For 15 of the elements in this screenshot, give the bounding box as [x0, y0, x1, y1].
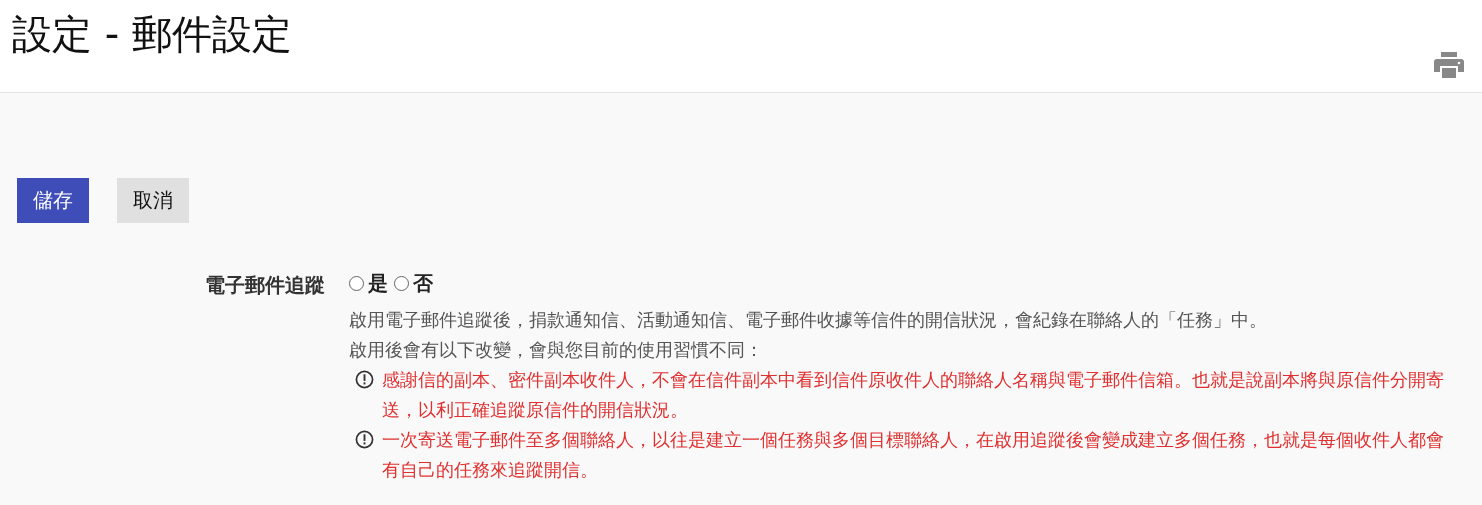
radio-button[interactable] — [349, 276, 364, 291]
cancel-button[interactable]: 取消 — [117, 178, 189, 223]
description-text: 啟用後會有以下改變，會與您目前的使用習慣不同： — [349, 339, 764, 362]
description-text: 啟用電子郵件追蹤後，捐款通知信、活動通知信、電子郵件收據等信件的開信狀況，會紀錄在聯絡人的「任務」中。 — [349, 309, 1268, 332]
field-label: 電子郵件追蹤 — [204, 272, 325, 299]
save-button[interactable]: 儲存 — [17, 178, 89, 223]
warning-icon — [355, 430, 374, 449]
page-title: 設定 - 郵件設定 — [12, 10, 292, 59]
option-label[interactable]: 否 — [413, 270, 433, 297]
option-label[interactable]: 是 — [368, 270, 388, 297]
radio-button[interactable] — [394, 276, 409, 291]
warning-icon — [355, 370, 374, 389]
warning-text: 一次寄送電子郵件至多個聯絡人，以往是建立一個任務與多個目標聯絡人，在啟用追蹤後會變成建立多個任務，也就是每個收件人都會有自己的任務來追蹤開信。 — [382, 429, 1445, 482]
warning-text: 感謝信的副本、密件副本收件人，不會在信件副本中看到信件原收件人的聯絡人名稱與電子郵件信箱。也就是說副本將與原信件分開寄送，以利正確追蹤原信件的開信狀況。 — [382, 369, 1445, 422]
print-icon[interactable] — [1434, 52, 1464, 78]
